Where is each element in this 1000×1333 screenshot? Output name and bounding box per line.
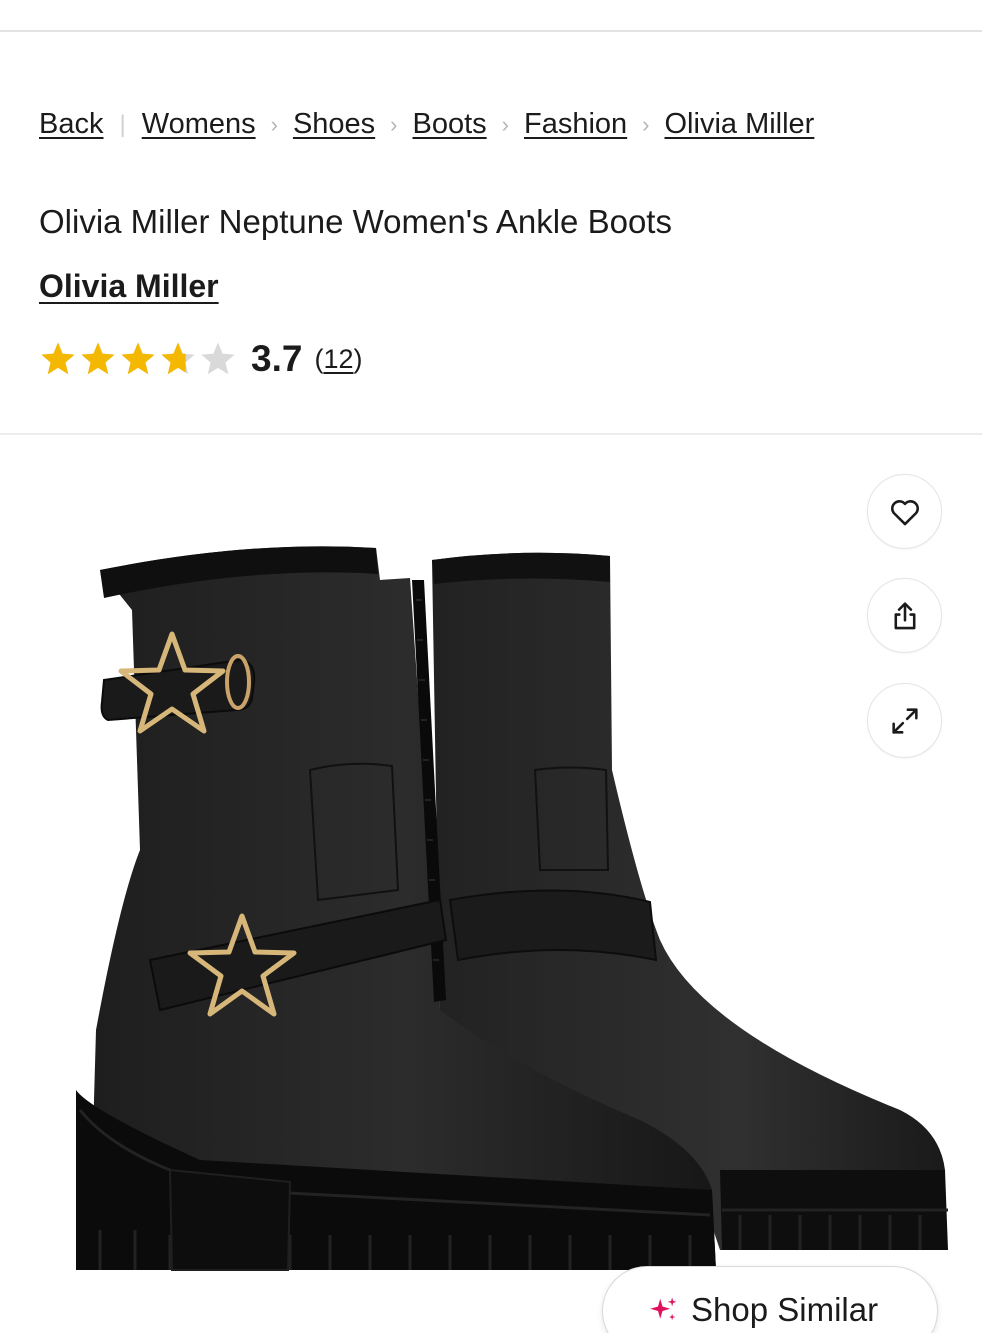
- breadcrumb-item-shoes[interactable]: Shoes: [293, 108, 375, 141]
- breadcrumb-item-brand[interactable]: Olivia Miller: [665, 108, 815, 141]
- breadcrumb: Back | Womens › Shoes › Boots › Fashion …: [39, 108, 814, 141]
- expand-icon: [891, 707, 918, 734]
- star-icon: [81, 342, 115, 375]
- favorite-button[interactable]: [867, 474, 942, 549]
- brand-link[interactable]: Olivia Miller: [39, 268, 219, 305]
- sparkle-icon: [650, 1297, 677, 1321]
- chevron-right-icon: ›: [390, 111, 398, 137]
- star-icon: [41, 342, 75, 375]
- product-title: Olivia Miller Neptune Women's Ankle Boot…: [39, 203, 672, 240]
- rating-value: 3.7: [251, 338, 303, 379]
- review-count[interactable]: 12: [323, 344, 353, 374]
- expand-button[interactable]: [867, 683, 942, 758]
- rating-row[interactable]: 3.7 (12): [39, 338, 362, 380]
- product-image[interactable]: [0, 470, 982, 1333]
- star-icon: [201, 342, 235, 375]
- star-icon: [161, 342, 195, 375]
- top-divider: [0, 30, 982, 32]
- chevron-right-icon: ›: [501, 111, 509, 137]
- star-rating: [39, 340, 237, 378]
- shop-similar-button[interactable]: Shop Similar: [602, 1266, 938, 1333]
- share-icon: [894, 601, 915, 629]
- review-count-link[interactable]: (12): [314, 344, 362, 375]
- chevron-right-icon: ›: [270, 111, 278, 137]
- share-button[interactable]: [867, 578, 942, 653]
- breadcrumb-divider: |: [119, 110, 126, 138]
- chevron-right-icon: ›: [642, 111, 650, 137]
- section-divider: [0, 433, 982, 435]
- breadcrumb-item-fashion[interactable]: Fashion: [524, 108, 627, 141]
- breadcrumb-back-link[interactable]: Back: [39, 108, 103, 141]
- breadcrumb-item-womens[interactable]: Womens: [142, 108, 256, 141]
- star-icon: [121, 342, 155, 375]
- shop-similar-label: Shop Similar: [691, 1291, 879, 1328]
- review-count-close: ): [353, 343, 363, 374]
- breadcrumb-item-boots[interactable]: Boots: [413, 108, 487, 141]
- heart-icon: [890, 499, 919, 525]
